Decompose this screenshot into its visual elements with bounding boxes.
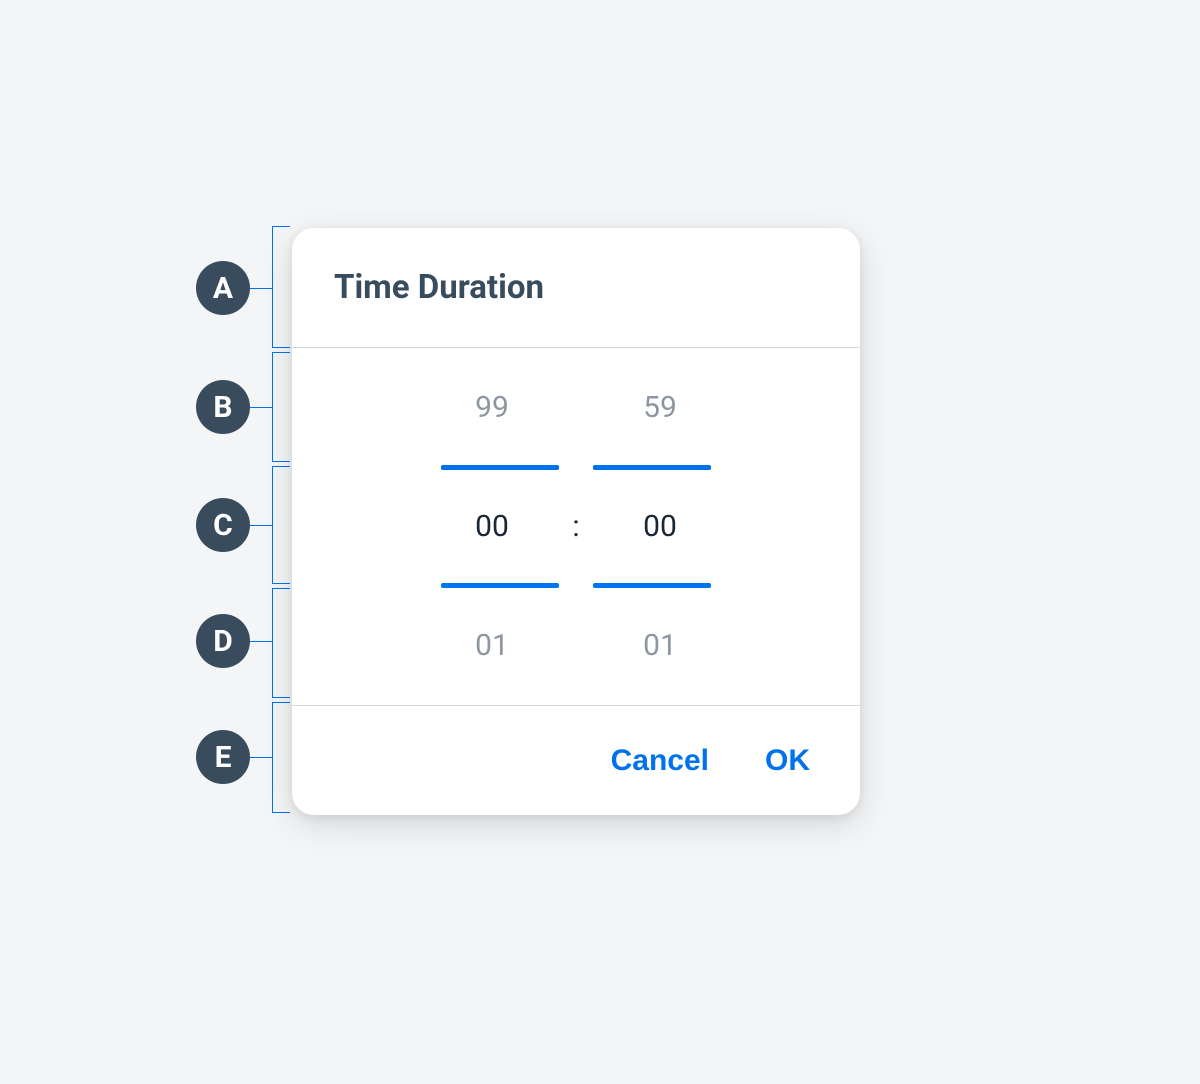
hours-next: 01 [433, 628, 551, 663]
annotation-bracket-e [272, 702, 290, 813]
annotation-line-d [250, 641, 272, 642]
minutes-prev: 59 [601, 390, 719, 425]
picker-row-prev[interactable]: 99 : 59 [292, 348, 860, 467]
minutes-current: 00 [601, 509, 719, 544]
annotation-badge-d: D [196, 614, 250, 668]
divider-top-minutes [593, 465, 711, 470]
time-separator: : [567, 509, 585, 544]
annotation-line-e [250, 757, 272, 758]
annotation-badge-c: C [196, 498, 250, 552]
picker-row-current[interactable]: 00 : 00 [292, 467, 860, 586]
annotation-line-b [250, 407, 272, 408]
annotation-badge-b: B [196, 380, 250, 434]
annotation-line-c [250, 525, 272, 526]
annotation-badge-a: A [196, 261, 250, 315]
time-duration-modal: Time Duration 99 : 59 00 : 00 01 : 01 [292, 228, 860, 815]
annotation-line-a [250, 288, 272, 289]
hours-prev: 99 [433, 390, 551, 425]
modal-footer: Cancel OK [292, 706, 860, 815]
annotation-bracket-c [272, 466, 290, 584]
modal-header: Time Duration [292, 228, 860, 348]
picker-row-next[interactable]: 01 : 01 [292, 586, 860, 705]
annotation-bracket-b [272, 352, 290, 462]
divider-bottom-minutes [593, 583, 711, 588]
hours-current: 00 [433, 509, 551, 544]
ok-button[interactable]: OK [765, 744, 810, 778]
cancel-button[interactable]: Cancel [611, 744, 709, 778]
modal-title: Time Duration [334, 268, 544, 307]
annotation-bracket-a [272, 226, 290, 348]
annotation-badge-e: E [196, 730, 250, 784]
divider-bottom-hours [441, 583, 559, 588]
minutes-next: 01 [601, 628, 719, 663]
modal-body: 99 : 59 00 : 00 01 : 01 [292, 348, 860, 706]
annotation-bracket-d [272, 588, 290, 698]
divider-top-hours [441, 465, 559, 470]
